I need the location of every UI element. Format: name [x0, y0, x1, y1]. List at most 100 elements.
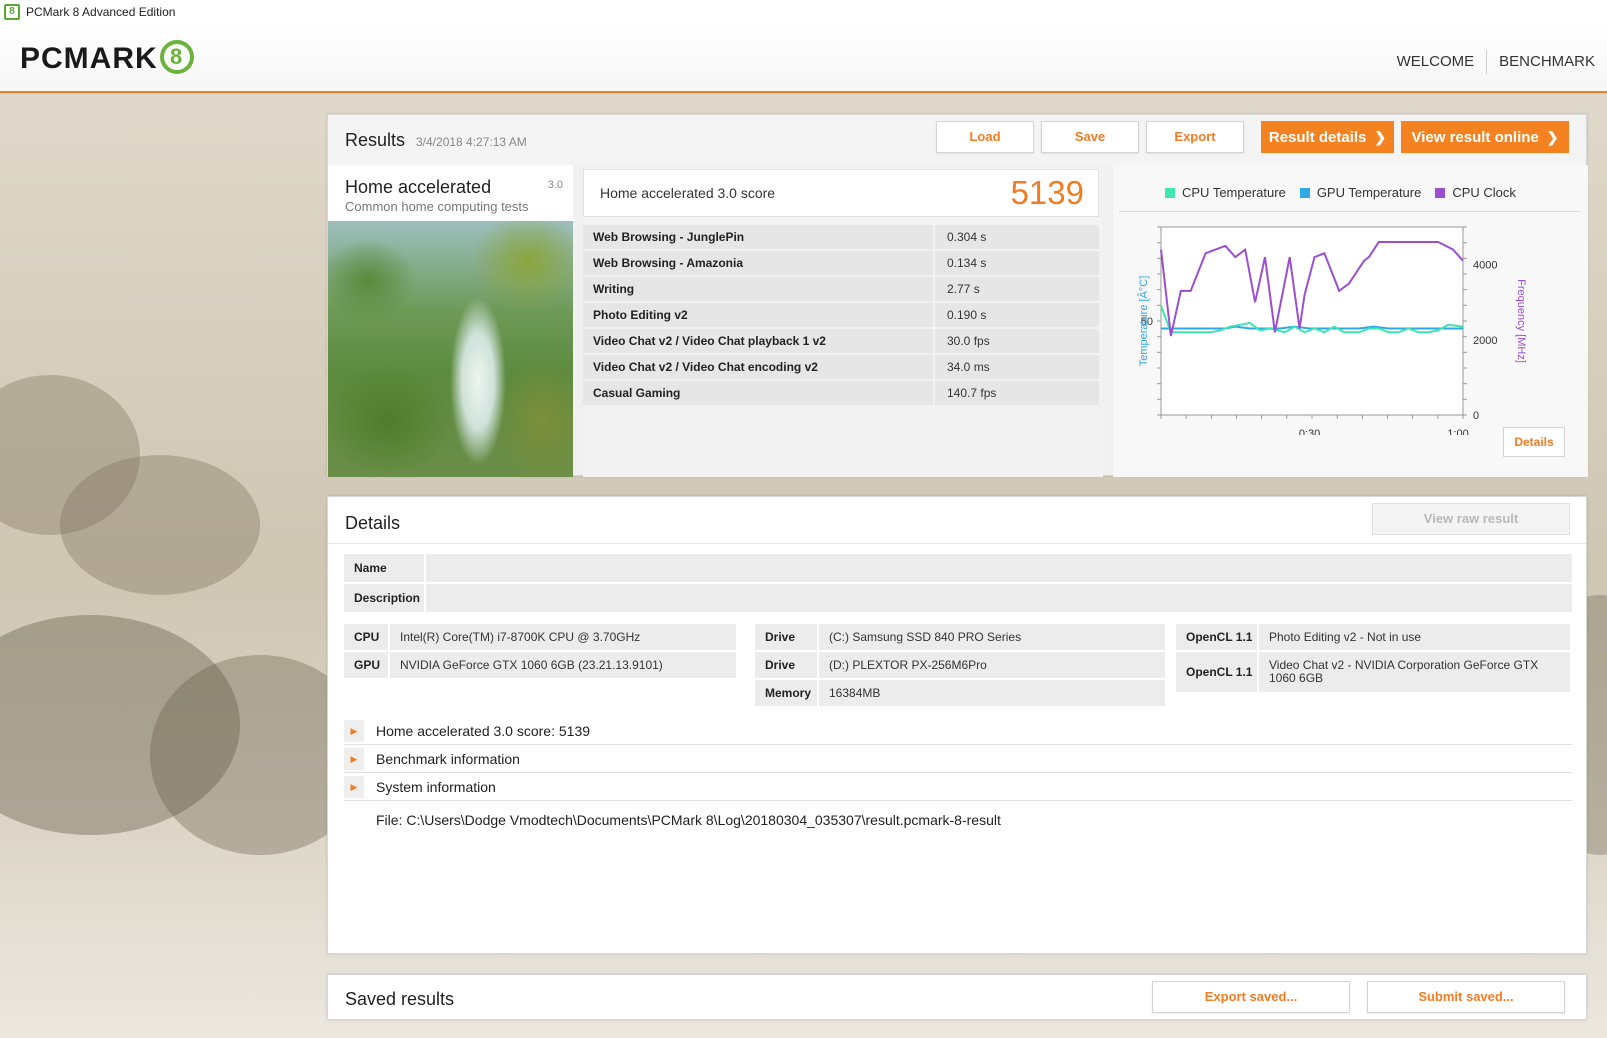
spec-label: Drive	[755, 652, 817, 678]
spec-value-opencl-1: Photo Editing v2 - Not in use	[1259, 624, 1570, 650]
nav-welcome[interactable]: WELCOME	[1385, 50, 1487, 74]
section-benchmark-information[interactable]: ▶ Benchmark information	[344, 746, 1572, 773]
spec-row: Drive (D:) PLEXTOR PX-256M6Pro	[755, 652, 1165, 678]
saved-results-title: Saved results	[345, 989, 455, 1009]
section-label: Benchmark information	[376, 751, 520, 767]
y-right-tick-label: 4000	[1473, 260, 1497, 272]
subtest-value: 0.134 s	[935, 251, 1099, 275]
results-date: 3/4/2018 4:27:13 AM	[416, 135, 527, 149]
x-tick-label: 1:00	[1447, 428, 1468, 435]
pcmark-app-icon: 8	[4, 4, 20, 20]
window-titlebar: 8 PCMark 8 Advanced Edition	[0, 0, 1607, 24]
spec-label: OpenCL 1.1	[1176, 624, 1257, 650]
score-value: 5139	[1010, 174, 1084, 211]
legend-swatch	[1299, 187, 1310, 198]
spec-row: Drive (C:) Samsung SSD 840 PRO Series	[755, 624, 1165, 650]
section-label: System information	[376, 779, 496, 795]
result-details-label: Result details	[1268, 129, 1367, 146]
view-raw-result-button[interactable]: View raw result	[1372, 503, 1570, 535]
details-panel: Details View raw result Name Description…	[327, 496, 1587, 954]
saved-results-panel: Saved results Export saved... Submit sav…	[327, 974, 1587, 1020]
score-box: Home accelerated 3.0 score 5139	[583, 169, 1099, 217]
meta-label: Name	[344, 554, 424, 582]
expand-triangle-icon: ▶	[344, 776, 364, 798]
test-card: Home accelerated Common home computing t…	[328, 165, 573, 477]
y-right-tick-label: 2000	[1473, 335, 1497, 347]
section-score[interactable]: ▶ Home accelerated 3.0 score: 5139	[344, 718, 1572, 745]
chart-legend: CPU Temperature GPU Temperature CPU Cloc…	[1165, 185, 1530, 200]
window-title: PCMark 8 Advanced Edition	[26, 5, 176, 19]
bg-tree	[60, 455, 260, 595]
subtest-row: Writing 2.77 s	[583, 277, 1099, 301]
spec-value-cpu: Intel(R) Core(TM) i7-8700K CPU @ 3.70GHz	[390, 624, 736, 650]
spec-value-drive-d: (D:) PLEXTOR PX-256M6Pro	[819, 652, 1165, 678]
subtest-value: 34.0 ms	[935, 355, 1099, 379]
test-name: Home accelerated	[345, 177, 492, 197]
meta-name-field[interactable]	[426, 554, 1572, 582]
results-header: Results 3/4/2018 4:27:13 AM Load Save Ex…	[328, 115, 1586, 165]
subtest-row: Photo Editing v2 0.190 s	[583, 303, 1099, 327]
nav-benchmark[interactable]: BENCHMARK	[1486, 50, 1607, 74]
section-system-information[interactable]: ▶ System information	[344, 774, 1572, 801]
expand-triangle-icon: ▶	[344, 748, 364, 770]
subtest-value: 2.77 s	[935, 277, 1099, 301]
subtest-value: 140.7 fps	[935, 381, 1099, 405]
monitoring-chart-area: CPU Temperature GPU Temperature CPU Cloc…	[1113, 165, 1588, 477]
legend-swatch	[1435, 187, 1446, 198]
subtest-row: Web Browsing - Amazonia 0.134 s	[583, 251, 1099, 275]
export-button[interactable]: Export	[1146, 121, 1244, 153]
x-tick-label: 0:30	[1299, 428, 1320, 435]
legend-label: CPU Clock	[1452, 185, 1516, 200]
test-version: 3.0	[547, 179, 563, 191]
spec-label: Drive	[755, 624, 817, 650]
expand-triangle-icon: ▶	[344, 720, 364, 742]
monitoring-chart: 0:301:0050400020000Time [s]Temperature […	[1137, 226, 1527, 435]
score-area: Home accelerated 3.0 score 5139 Web Brow…	[583, 165, 1103, 477]
spec-row: CPU Intel(R) Core(TM) i7-8700K CPU @ 3.7…	[344, 624, 736, 650]
submit-saved-button[interactable]: Submit saved...	[1367, 981, 1565, 1013]
app-header: PCMARK 8 WELCOME BENCHMARK	[0, 24, 1607, 93]
y-right-axis-label: Frequency [MHz]	[1515, 279, 1527, 363]
spec-label: OpenCL 1.1	[1176, 652, 1257, 692]
subtest-table: Web Browsing - JunglePin 0.304 s Web Brow…	[583, 225, 1099, 407]
view-result-online-button[interactable]: View result online ❯	[1401, 121, 1569, 153]
meta-description-field[interactable]	[426, 584, 1572, 612]
save-button[interactable]: Save	[1041, 121, 1139, 153]
subtest-name: Casual Gaming	[583, 381, 933, 405]
chevron-right-icon: ❯	[1546, 129, 1559, 145]
spec-row: Memory 16384MB	[755, 680, 1165, 706]
subtest-value: 0.304 s	[935, 225, 1099, 249]
legend-label: GPU Temperature	[1316, 185, 1422, 200]
spec-label: GPU	[344, 652, 388, 678]
legend-item: CPU Clock	[1435, 185, 1516, 200]
results-panel: Results 3/4/2018 4:27:13 AM Load Save Ex…	[327, 114, 1588, 477]
spec-row: OpenCL 1.1 Photo Editing v2 - Not in use	[1176, 624, 1570, 650]
y-left-axis-label: Temperature [Â°C]	[1137, 276, 1150, 367]
subtest-row: Casual Gaming 140.7 fps	[583, 381, 1099, 405]
subtest-value: 0.190 s	[935, 303, 1099, 327]
spec-value-gpu: NVIDIA GeForce GTX 1060 6GB (23.21.13.91…	[390, 652, 736, 678]
legend-swatch	[1165, 187, 1175, 198]
subtest-row: Web Browsing - JunglePin 0.304 s	[583, 225, 1099, 249]
spec-value-drive-c: (C:) Samsung SSD 840 PRO Series	[819, 624, 1165, 650]
spec-column-opencl: OpenCL 1.1 Photo Editing v2 - Not in use…	[1176, 624, 1570, 694]
subtest-row: Video Chat v2 / Video Chat encoding v2 34…	[583, 355, 1099, 379]
export-saved-button[interactable]: Export saved...	[1152, 981, 1350, 1013]
y-right-tick-label: 0	[1473, 410, 1479, 422]
test-image-waterfall	[328, 221, 573, 477]
view-result-online-label: View result online	[1411, 129, 1539, 146]
chevron-right-icon: ❯	[1374, 129, 1387, 145]
legend-label: CPU Temperature	[1182, 185, 1286, 200]
spec-column-drives: Drive (C:) Samsung SSD 840 PRO Series Dr…	[755, 624, 1165, 708]
result-details-button[interactable]: Result details ❯	[1261, 121, 1394, 153]
details-divider	[328, 543, 1586, 544]
logo-text: PCMARK	[20, 42, 158, 75]
logo-badge-icon: 8	[159, 40, 194, 75]
details-title: Details	[345, 513, 401, 533]
subtest-name: Video Chat v2 / Video Chat playback 1 v2	[583, 329, 933, 353]
load-button[interactable]: Load	[936, 121, 1034, 153]
subtest-row: Video Chat v2 / Video Chat playback 1 v2…	[583, 329, 1099, 353]
spec-value-opencl-2: Video Chat v2 - NVIDIA Corporation GeFor…	[1259, 652, 1570, 692]
chart-details-button[interactable]: Details	[1503, 427, 1565, 457]
top-nav: WELCOME BENCHMARK	[1385, 50, 1607, 74]
